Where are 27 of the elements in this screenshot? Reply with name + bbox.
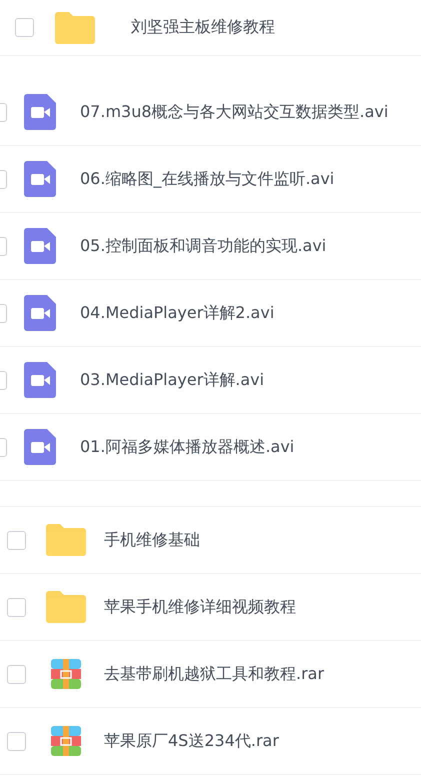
archive-icon [51,659,81,689]
folder-icon [55,12,95,44]
archive-icon [51,726,81,756]
checkbox[interactable] [7,732,26,750]
checkbox[interactable] [7,664,26,684]
file-name[interactable]: 04.MediaPlayer详解2.avi [80,302,274,324]
file-name[interactable]: 07.m3u8概念与各大网站交互数据类型.avi [80,102,388,122]
file-name[interactable]: 01.阿福多媒体播放器概述.avi [80,436,294,458]
file-name[interactable]: 手机维修基础 [104,530,200,550]
checkbox[interactable] [7,530,26,550]
video-file-icon [24,362,56,398]
folder-icon [46,524,86,556]
video-file-icon [24,228,56,264]
file-name[interactable]: 苹果手机维修详细视频教程 [104,596,296,618]
file-name[interactable]: 苹果原厂4S送234代.rar [104,730,279,752]
checkbox[interactable] [7,598,26,616]
file-name[interactable]: 刘坚强主板维修教程 [131,17,275,38]
video-file-icon [24,94,56,130]
video-file-icon [24,429,56,465]
file-name[interactable]: 去基带刷机越狱工具和教程.rar [104,664,324,684]
video-file-icon [24,161,56,197]
checkbox[interactable] [15,18,34,37]
folder-icon [46,591,86,623]
video-file-icon [24,295,56,331]
file-name[interactable]: 05.控制面板和调音功能的实现.avi [80,236,326,256]
file-name[interactable]: 06.缩略图_在线播放与文件监听.avi [80,168,334,190]
file-name[interactable]: 03.MediaPlayer详解.avi [80,370,264,390]
